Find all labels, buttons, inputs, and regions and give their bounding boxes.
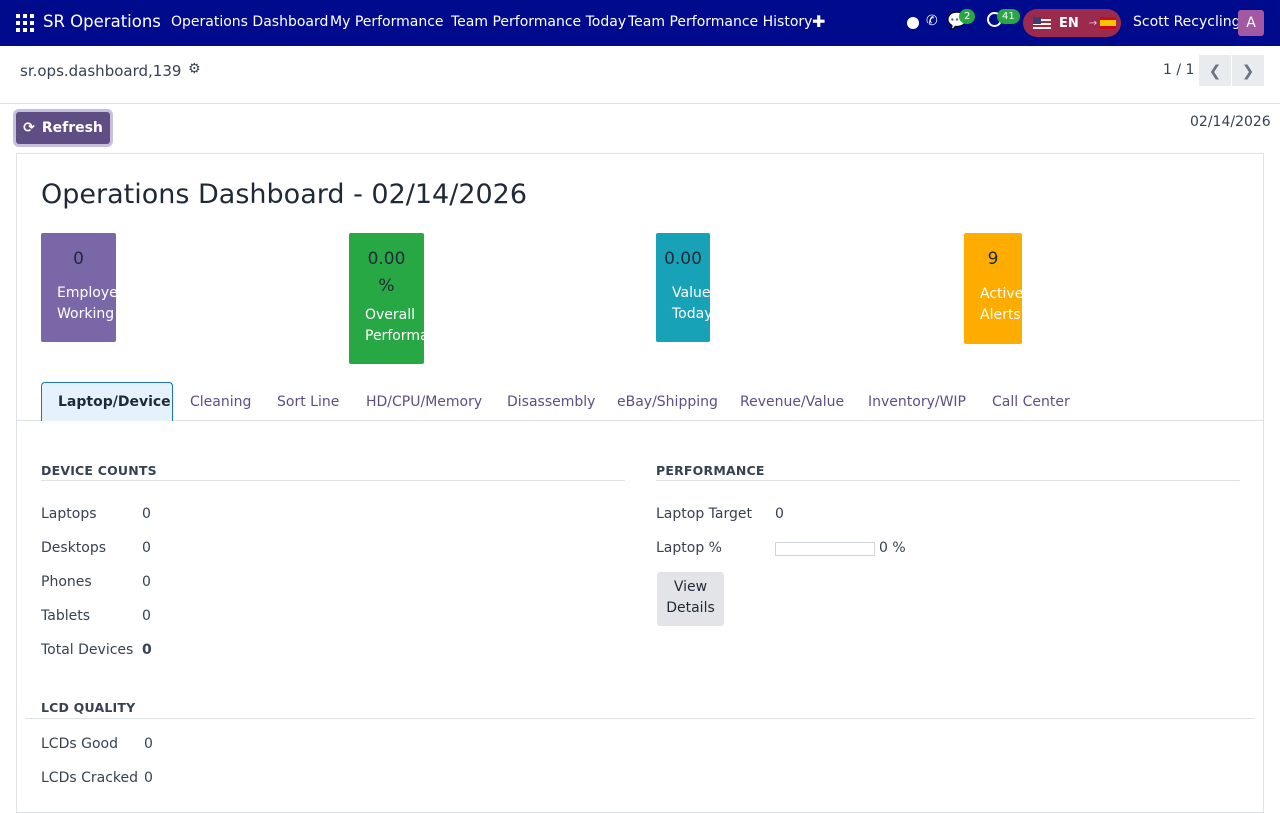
menu-my-performance[interactable]: My Performance — [330, 14, 444, 30]
field-label-lcds-good: LCDs Good — [41, 736, 118, 752]
tab-disassembly[interactable]: Disassembly — [507, 382, 595, 421]
tab-revenue-value[interactable]: Revenue/Value — [740, 382, 844, 421]
kpi-employees-working[interactable]: 0 Employees Working — [41, 233, 116, 342]
avatar[interactable]: A — [1238, 10, 1264, 36]
field-label-tablets: Tablets — [41, 608, 90, 624]
device-counts-heading: DEVICE COUNTS — [41, 463, 157, 478]
field-label-total-devices: Total Devices — [41, 642, 134, 658]
us-flag-icon — [1033, 16, 1051, 30]
activity-badge: 41 — [997, 9, 1020, 24]
chevron-left-icon: ❮ — [1208, 61, 1222, 80]
field-value-laptop-target: 0 — [775, 506, 784, 522]
kpi-label-line1: Value — [672, 285, 710, 301]
control-panel: sr.ops.dashboard,139 ⚙ 1 / 1 ❮ ❯ — [0, 46, 1280, 104]
kpi-label-line2: Alerts — [980, 307, 1021, 323]
kpi-value-today[interactable]: 0.00 Value Today — [656, 233, 710, 342]
tab-sort-line[interactable]: Sort Line — [277, 382, 339, 421]
tab-inventory-wip[interactable]: Inventory/WIP — [868, 382, 966, 421]
field-label-phones: Phones — [41, 574, 92, 590]
refresh-icon: ⟳ — [23, 120, 35, 136]
menu-team-performance-today[interactable]: Team Performance Today — [451, 14, 626, 30]
apps-grid-icon[interactable] — [16, 14, 34, 32]
pager-previous-button[interactable]: ❮ — [1199, 55, 1231, 86]
arrow-right-icon: → — [1088, 17, 1098, 29]
kpi-label-line1: Active — [980, 286, 1022, 302]
plus-icon[interactable]: ✚ — [812, 12, 825, 31]
refresh-button[interactable]: ⟳ Refresh — [16, 112, 110, 144]
tab-cleaning[interactable]: Cleaning — [190, 382, 251, 421]
kpi-value: 9 — [987, 249, 999, 269]
user-menu[interactable]: Scott Recycling — [1133, 14, 1241, 30]
laptop-progress-bar — [775, 542, 875, 556]
kpi-label-line1: Employees — [57, 285, 116, 301]
notebook-tabs: Laptop/Device Cleaning Sort Line HD/CPU/… — [17, 382, 1263, 421]
section-divider — [656, 480, 1240, 481]
page-title: Operations Dashboard - 02/14/2026 — [41, 179, 528, 210]
pager-next-button[interactable]: ❯ — [1232, 55, 1264, 86]
kpi-overall-performance[interactable]: 0.00 % Overall Performance — [349, 233, 424, 364]
menu-operations-dashboard[interactable]: Operations Dashboard — [171, 14, 328, 30]
field-label-laptop-target: Laptop Target — [656, 506, 752, 522]
field-value-lcds-cracked: 0 — [144, 770, 153, 786]
kpi-value-unit: % — [378, 276, 395, 296]
es-flag-icon — [1100, 17, 1117, 29]
field-value-phones: 0 — [142, 574, 151, 590]
kpi-value: 0 — [73, 249, 84, 269]
field-value-total-devices: 0 — [142, 642, 152, 658]
field-label-laptop-pct: Laptop % — [656, 540, 722, 556]
tab-call-center[interactable]: Call Center — [992, 382, 1070, 421]
language-code: EN — [1059, 15, 1079, 31]
breadcrumb: sr.ops.dashboard,139 — [20, 62, 182, 80]
phone-icon[interactable]: ✆ — [926, 13, 938, 29]
field-value-laptops: 0 — [142, 506, 151, 522]
top-navbar: SR Operations Operations Dashboard My Pe… — [0, 0, 1280, 46]
dashboard-date: 02/14/2026 — [1190, 114, 1271, 130]
lcd-quality-heading: LCD QUALITY — [41, 700, 136, 715]
kpi-value: 0.00 — [367, 249, 406, 269]
tab-hd-cpu-memory[interactable]: HD/CPU/Memory — [366, 382, 482, 421]
section-divider — [41, 480, 625, 481]
field-label-lcds-cracked: LCDs Cracked — [41, 770, 139, 786]
pager-value[interactable]: 1 / 1 — [1163, 62, 1194, 78]
tab-laptop-device[interactable]: Laptop/Device — [41, 382, 173, 421]
form-sheet: Operations Dashboard - 02/14/2026 0 Empl… — [16, 153, 1264, 813]
chevron-right-icon: ❯ — [1241, 61, 1255, 80]
field-value-laptop-pct: 0 % — [879, 540, 906, 556]
kpi-value: 0.00 — [664, 249, 702, 269]
field-value-desktops: 0 — [142, 540, 151, 556]
view-details-line2: Details — [666, 600, 715, 616]
gear-icon[interactable]: ⚙ — [188, 61, 201, 77]
app-brand[interactable]: SR Operations — [43, 12, 161, 31]
field-value-tablets: 0 — [142, 608, 151, 624]
kpi-label-line2: Working — [57, 306, 115, 322]
chat-badge: 2 — [959, 9, 976, 24]
performance-heading: PERFORMANCE — [656, 463, 765, 478]
field-label-desktops: Desktops — [41, 540, 107, 556]
view-details-line1: View — [673, 579, 708, 595]
section-divider — [25, 718, 1255, 719]
refresh-label: Refresh — [41, 120, 103, 136]
kpi-active-alerts[interactable]: 9 Active Alerts — [964, 233, 1022, 344]
menu-team-performance-history[interactable]: Team Performance History — [628, 14, 812, 30]
kpi-label-line2: Performance — [365, 328, 424, 344]
tab-ebay-shipping[interactable]: eBay/Shipping — [617, 382, 718, 421]
field-label-laptops: Laptops — [41, 506, 97, 522]
language-switcher[interactable]: EN → — [1023, 9, 1121, 37]
status-dot-icon[interactable] — [907, 17, 919, 29]
field-value-lcds-good: 0 — [144, 736, 153, 752]
view-details-button[interactable]: View Details — [657, 572, 724, 626]
kpi-label-line1: Overall — [365, 307, 416, 323]
kpi-label-line2: Today — [672, 306, 710, 322]
